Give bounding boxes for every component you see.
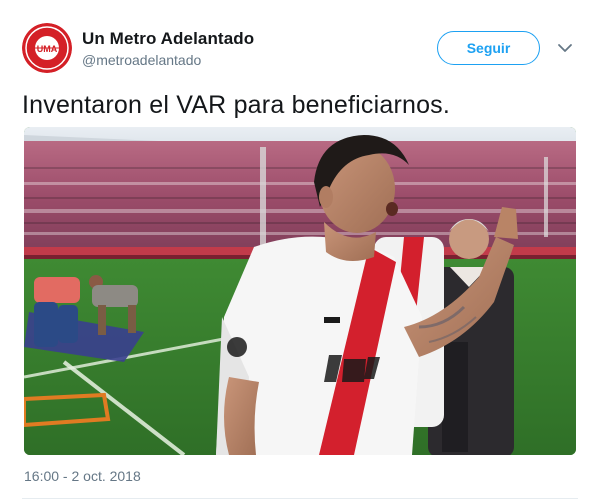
avatar[interactable]: UMA xyxy=(22,23,72,73)
tweet-text: Inventaron el VAR para beneficiarnos. xyxy=(22,91,451,119)
author-name[interactable]: Un Metro Adelantado xyxy=(82,29,254,49)
tweet-card: UMA Un Metro Adelantado @metroadelantado… xyxy=(0,0,600,503)
tweet-timestamp[interactable]: 16:00 - 2 oct. 2018 xyxy=(24,468,141,484)
chevron-down-icon[interactable] xyxy=(556,39,574,57)
avatar-monogram: UMA xyxy=(37,44,58,54)
avatar-logo: UMA xyxy=(22,23,72,73)
author-handle[interactable]: @metroadelantado xyxy=(82,52,201,68)
follow-button[interactable]: Seguir xyxy=(437,31,540,65)
video-frame xyxy=(24,127,576,455)
divider xyxy=(22,498,578,499)
tweet-media-video[interactable] xyxy=(24,127,576,455)
